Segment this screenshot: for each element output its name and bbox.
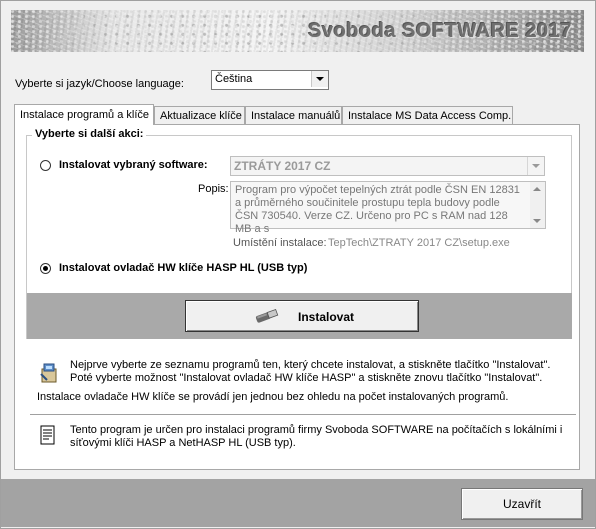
chevron-down-icon — [316, 77, 324, 81]
software-dropdown-button[interactable] — [527, 157, 544, 175]
install-package-icon — [40, 363, 57, 383]
description-textarea[interactable]: Program pro výpočet tepelných ztrát podl… — [230, 181, 546, 235]
scroll-up-icon[interactable] — [533, 187, 541, 191]
chevron-down-icon — [532, 164, 540, 168]
language-select[interactable]: Čeština — [211, 70, 329, 90]
tab-label: Instalace programů a klíče — [20, 109, 150, 121]
install-button[interactable]: Instalovat — [185, 300, 419, 332]
info-driver-note: Instalace ovladače HW klíče se provádí j… — [37, 391, 509, 403]
info-program-purpose: Tento program je určen pro instalaci pro… — [70, 424, 563, 449]
tab-label: Instalace MS Data Access Comp. — [348, 110, 512, 122]
tab-instalace-programu[interactable]: Instalace programů a klíče — [14, 104, 154, 125]
banner-title: Svoboda SOFTWARE 2017 — [308, 20, 572, 42]
language-dropdown-button[interactable] — [311, 71, 328, 87]
banner: Svoboda SOFTWARE 2017 — [11, 10, 584, 52]
description-scrollbar[interactable] — [530, 182, 545, 228]
action-group-title: Vyberte si další akci: — [32, 128, 147, 140]
tab-ms-data-access[interactable]: Instalace MS Data Access Comp. — [342, 106, 513, 124]
install-button-label: Instalovat — [298, 310, 355, 324]
scroll-down-icon[interactable] — [533, 219, 541, 223]
divider — [30, 414, 576, 416]
radio-install-hasp-driver[interactable] — [40, 263, 51, 274]
tab-label: Aktualizace klíče — [160, 110, 242, 122]
radio-install-hasp-driver-label[interactable]: Instalovat ovladač HW klíče HASP HL (USB… — [59, 262, 307, 274]
usb-key-icon — [255, 308, 279, 323]
tab-aktualizace-klice[interactable]: Aktualizace klíče — [154, 106, 245, 124]
radio-install-software[interactable] — [40, 160, 51, 171]
document-icon — [40, 425, 55, 445]
close-button[interactable]: Uzavřít — [461, 488, 583, 520]
description-text: Program pro výpočet tepelných ztrát podl… — [235, 184, 520, 235]
install-path-label: Umístění instalace: — [233, 237, 327, 249]
software-select-value: ZTRÁTY 2017 CZ — [234, 159, 331, 173]
description-label: Popis: — [198, 183, 229, 195]
tab-instalace-manualu[interactable]: Instalace manuálů — [245, 106, 342, 124]
language-select-value: Čeština — [215, 73, 253, 85]
software-select[interactable]: ZTRÁTY 2017 CZ — [230, 156, 545, 176]
tab-label: Instalace manuálů — [251, 110, 341, 122]
radio-install-software-label[interactable]: Instalovat vybraný software: — [59, 159, 208, 171]
language-label: Vyberte si jazyk/Choose language: — [15, 78, 184, 90]
info-instructions: Nejprve vyberte ze seznamu programů ten,… — [70, 359, 551, 384]
install-path-value: TepTech\ZTRATY 2017 CZ\setup.exe — [328, 237, 510, 249]
